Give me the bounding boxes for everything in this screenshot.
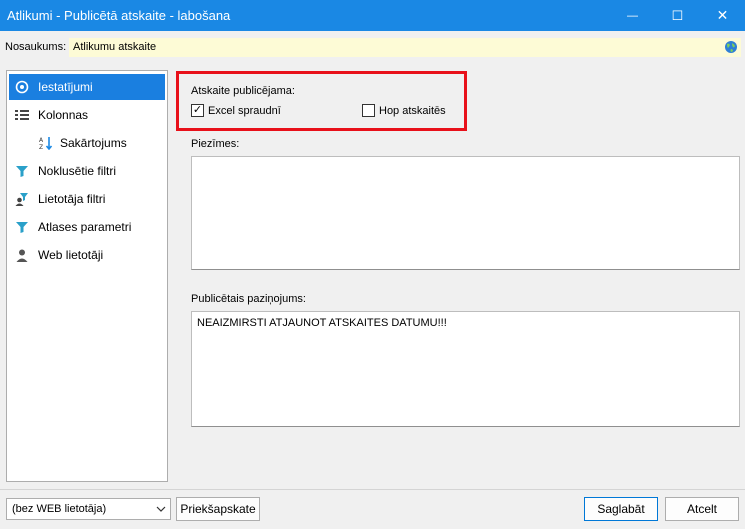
cancel-button[interactable]: Atcelt — [665, 497, 739, 521]
excel-plugin-label: Excel spraudnī — [208, 104, 281, 117]
highlight-box — [176, 71, 467, 131]
default-filter-icon — [15, 164, 29, 178]
sidebar-item-label: Web lietotāji — [38, 248, 104, 262]
sidebar-item-label: Lietotāja filtri — [38, 192, 106, 206]
excel-plugin-checkbox[interactable]: ✓ Excel spraudnī — [191, 104, 281, 117]
filter-icon — [15, 220, 29, 234]
sidebar-item-label: Noklusētie filtri — [38, 164, 117, 178]
minimize-icon: — — [627, 9, 638, 22]
name-label: Nosaukums: — [5, 41, 67, 53]
user-filter-icon — [15, 192, 29, 206]
sidebar-item-default-filters[interactable]: Noklusētie filtri — [9, 158, 165, 184]
maximize-button[interactable]: ☐ — [655, 0, 700, 31]
maximize-icon: ☐ — [671, 7, 684, 23]
close-button[interactable]: ✕ — [700, 0, 745, 31]
user-icon — [15, 248, 29, 262]
footer-divider — [0, 489, 745, 490]
name-value: Atlikumu atskaite — [73, 41, 157, 53]
web-user-select[interactable]: (bez WEB lietotāja) — [6, 498, 171, 520]
sidebar-item-settings[interactable]: Iestatījumi — [9, 74, 165, 100]
save-button[interactable]: Saglabāt — [584, 497, 658, 521]
name-field[interactable]: Atlikumu atskaite — [69, 38, 741, 57]
close-icon: ✕ — [716, 7, 729, 23]
sidebar-item-label: Sakārtojums — [60, 136, 127, 150]
columns-icon — [15, 108, 29, 122]
name-row: Nosaukums: Atlikumu atskaite — [0, 36, 745, 60]
sidebar-item-label: Kolonnas — [38, 108, 89, 122]
minimize-button[interactable]: — — [610, 0, 655, 31]
publish-label: Atskaite publicējama: — [191, 85, 295, 97]
sidebar-item-sorting[interactable]: AZ Sakārtojums — [9, 130, 165, 156]
checkbox-box: ✓ — [191, 104, 204, 117]
published-message-textarea[interactable]: NEAIZMIRSTI ATJAUNOT ATSKAITES DATUMU!!! — [191, 311, 740, 427]
checkbox-box — [362, 104, 375, 117]
sidebar-item-columns[interactable]: Kolonnas — [9, 102, 165, 128]
title-bar: Atlikumi - Publicētā atskaite - labošana… — [0, 0, 745, 31]
sidebar-item-selection-parameters[interactable]: Atlases parametri — [9, 214, 165, 240]
published-message-label: Publicētais paziņojums: — [191, 293, 306, 305]
sidebar-item-label: Iestatījumi — [38, 80, 93, 94]
hop-reports-label: Hop atskaitēs — [379, 104, 446, 117]
settings-icon — [15, 80, 29, 94]
sidebar-item-web-users[interactable]: Web lietotāji — [9, 242, 165, 268]
sidebar-item-label: Atlases parametri — [38, 220, 132, 234]
sidebar-item-user-filters[interactable]: Lietotāja filtri — [9, 186, 165, 212]
check-icon: ✓ — [192, 104, 203, 116]
window-title: Atlikumi - Publicētā atskaite - labošana — [7, 8, 231, 23]
globe-icon[interactable] — [724, 40, 738, 54]
notes-textarea[interactable] — [191, 156, 740, 270]
sort-icon: AZ — [39, 136, 53, 150]
notes-label: Piezīmes: — [191, 138, 240, 150]
sidebar: Iestatījumi Kolonnas AZ Sakārtojums Nokl… — [6, 70, 168, 482]
chevron-down-icon — [156, 506, 166, 512]
hop-reports-checkbox[interactable]: Hop atskaitēs — [362, 104, 446, 117]
preview-button[interactable]: Priekšapskate — [176, 497, 260, 521]
svg-text:Z: Z — [39, 144, 43, 150]
svg-text:A: A — [39, 137, 44, 144]
web-user-select-value: (bez WEB lietotāja) — [12, 503, 107, 515]
